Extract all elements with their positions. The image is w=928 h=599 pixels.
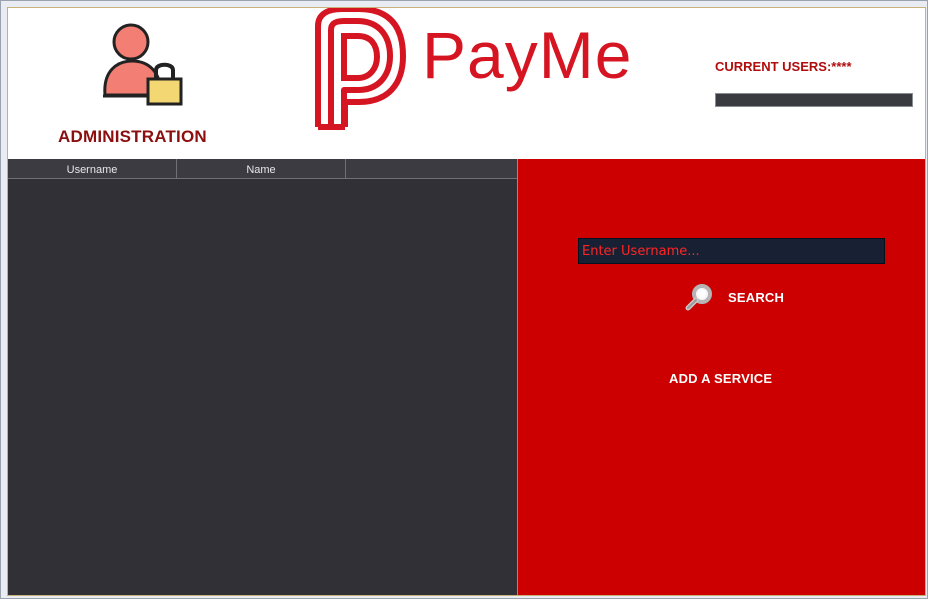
column-header-name[interactable]: Name: [177, 159, 346, 179]
current-users-label: CURRENT USERS:****: [715, 59, 852, 74]
admin-user-lock-icon: [103, 23, 183, 106]
users-table[interactable]: Username Name: [8, 159, 518, 595]
search-button[interactable]: SEARCH: [684, 283, 812, 311]
main-frame: ADMINISTRATION PayMe CURRENT USERS:**** …: [7, 7, 926, 596]
table-header: Username Name: [8, 159, 517, 179]
payme-logo-icon: [315, 8, 406, 130]
username-search-input[interactable]: [578, 238, 885, 264]
header: ADMINISTRATION PayMe CURRENT USERS:****: [8, 8, 925, 159]
brand-name: PayMe: [422, 18, 633, 92]
search-button-label: SEARCH: [728, 289, 785, 305]
admin-actions-panel: SEARCH ADD A SERVICE: [518, 159, 925, 595]
administration-title: ADMINISTRATION: [58, 127, 207, 146]
table-body[interactable]: [8, 179, 517, 595]
column-header-username[interactable]: Username: [8, 159, 177, 179]
magnifier-icon: [685, 284, 712, 311]
add-service-button[interactable]: ADD A SERVICE: [669, 371, 803, 389]
column-header-empty[interactable]: [346, 159, 517, 179]
application-window: ADMINISTRATION PayMe CURRENT USERS:**** …: [0, 0, 928, 599]
current-users-progress-bar: [715, 93, 913, 107]
